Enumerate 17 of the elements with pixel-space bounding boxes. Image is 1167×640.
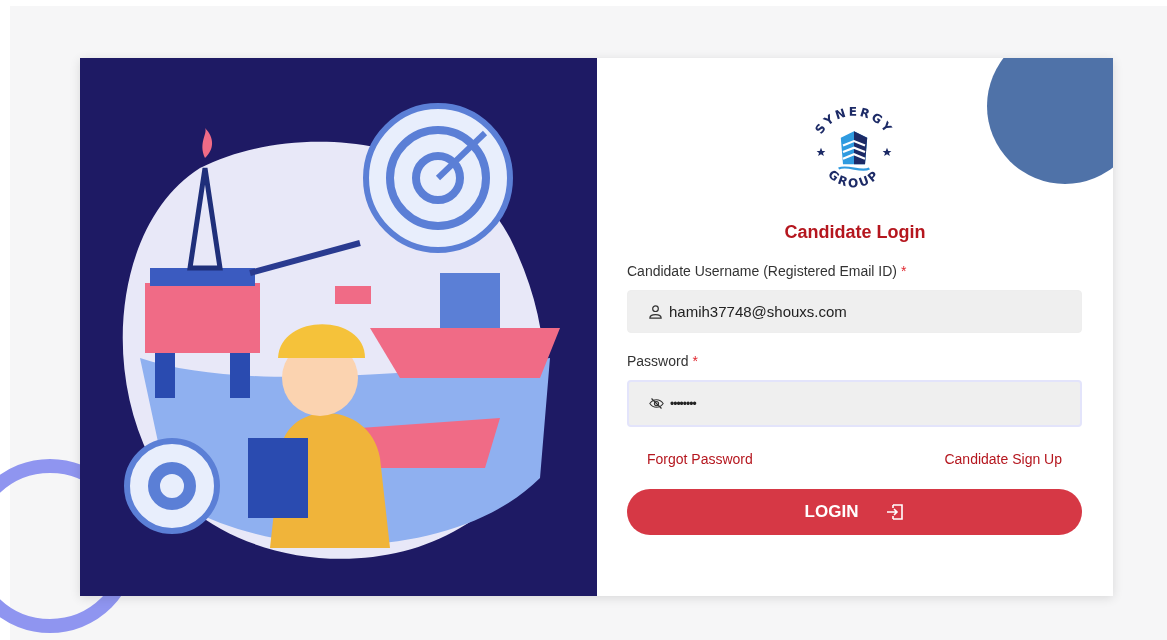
field-label: Candidate Username (Registered Email ID)	[627, 263, 897, 279]
password-input[interactable]: ••••••••	[670, 382, 1062, 425]
eye-slash-icon[interactable]	[649, 396, 664, 411]
required-mark: *	[901, 263, 907, 279]
login-title: Candidate Login	[784, 222, 926, 243]
sign-up-link[interactable]: Candidate Sign Up	[944, 451, 1062, 467]
required-mark: *	[692, 353, 698, 369]
field-label: Password	[627, 353, 689, 369]
username-input[interactable]: hamih37748@shouxs.com	[669, 291, 1063, 332]
star-icon	[882, 147, 892, 157]
login-button[interactable]: LOGIN	[627, 489, 1082, 535]
star-icon	[816, 147, 826, 157]
forgot-password-link[interactable]: Forgot Password	[647, 451, 753, 467]
sign-in-icon	[886, 503, 905, 521]
password-field[interactable]: ••••••••	[627, 380, 1082, 427]
user-icon	[648, 304, 663, 319]
username-field[interactable]: hamih37748@shouxs.com	[627, 290, 1082, 333]
